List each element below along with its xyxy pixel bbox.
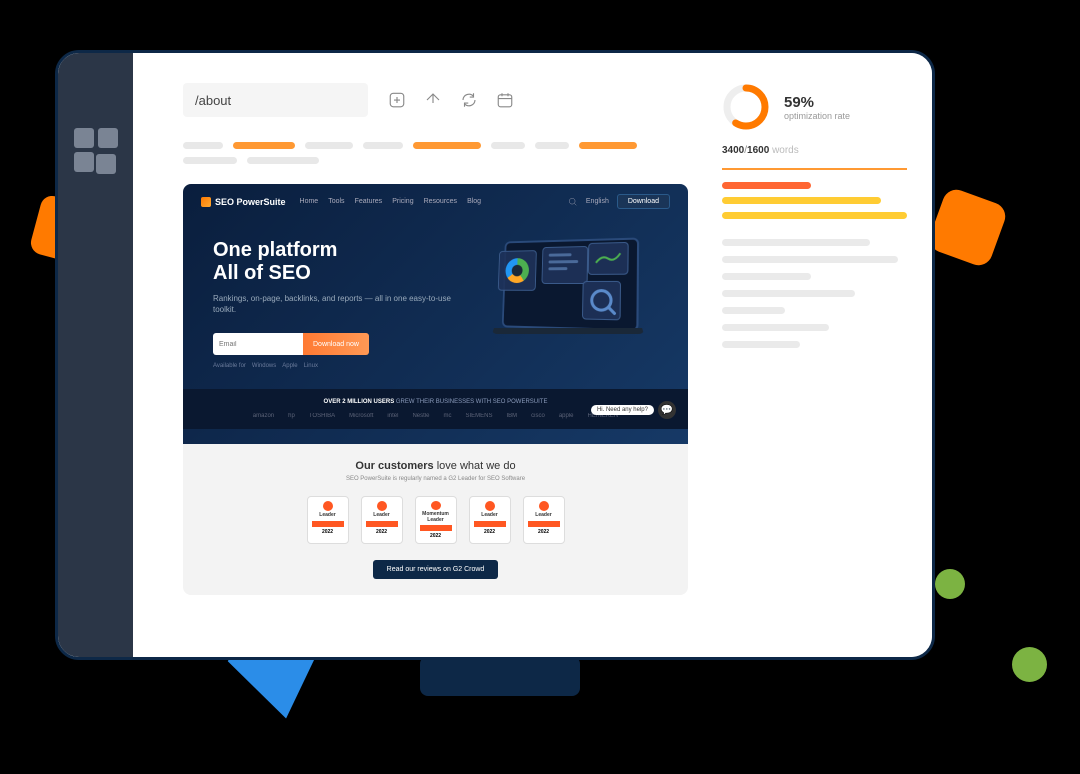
decoration-green-dot-1 <box>935 569 965 599</box>
preview-nav: SEO PowerSuite Home Tools Features Pricing R… <box>183 184 688 219</box>
brand-logo: intel <box>387 413 398 419</box>
metric-bar <box>722 212 907 219</box>
chat-tooltip: Hi. Need any help? <box>591 405 654 415</box>
pill[interactable] <box>183 142 223 149</box>
pill[interactable] <box>233 142 295 149</box>
preview-customers-section: Our customers love what we do SEO PowerS… <box>183 444 688 595</box>
share-icon[interactable] <box>424 91 442 109</box>
decoration-darkblue <box>420 656 580 696</box>
preview-hero: SEO PowerSuite Home Tools Features Pricing R… <box>183 184 688 444</box>
divider <box>722 168 907 170</box>
content-line <box>722 307 785 314</box>
brand-logo: IBM <box>506 413 517 419</box>
pill[interactable] <box>413 142 481 149</box>
topbar <box>183 83 702 117</box>
preview-nav-item[interactable]: Tools <box>328 198 344 205</box>
main-area: SEO PowerSuite Home Tools Features Pricing R… <box>133 53 932 657</box>
optimization-label: optimization rate <box>784 111 850 121</box>
preview-headline-2: All of SEO <box>213 262 468 285</box>
right-pane: 59% optimization rate 3400/1600 words <box>722 53 932 657</box>
pill[interactable] <box>491 142 525 149</box>
customers-title: Our customers love what we do <box>199 460 672 472</box>
pie-chart-icon <box>498 250 537 291</box>
dashboard-icon[interactable] <box>74 128 118 172</box>
pill[interactable] <box>579 142 637 149</box>
award-badge: Leader2022 <box>469 496 511 544</box>
preview-logo: SEO PowerSuite <box>201 197 286 207</box>
preview-nav-item[interactable]: Blog <box>467 198 481 205</box>
content-line <box>722 324 829 331</box>
list-icon <box>541 246 588 284</box>
brand-logo: SIEMENS <box>465 413 492 419</box>
preview-cta-button[interactable]: Download now <box>303 333 369 355</box>
brand-logo: mc <box>443 413 451 419</box>
pill[interactable] <box>305 142 353 149</box>
preview-nav-item[interactable]: Pricing <box>392 198 413 205</box>
g2-reviews-button[interactable]: Read our reviews on G2 Crowd <box>373 560 499 579</box>
page-preview: SEO PowerSuite Home Tools Features Pricing R… <box>183 184 688 595</box>
laptop-illustration <box>498 239 658 359</box>
brand-logo: cisco <box>531 413 545 419</box>
customers-subtitle: SEO PowerSuite is regularly named a G2 L… <box>199 476 672 482</box>
preview-banner: OVER 2 MILLION USERS GREW THEIR BUSINESS… <box>183 389 688 429</box>
add-icon[interactable] <box>388 91 406 109</box>
content-line <box>722 239 870 246</box>
pill[interactable] <box>247 157 319 164</box>
optimization-percent: 59% <box>784 94 850 111</box>
brand-logo: Nestle <box>412 413 429 419</box>
brand-logo: hp <box>288 413 295 419</box>
pill[interactable] <box>535 142 569 149</box>
preview-availability: Available forWindowsAppleLinux <box>213 363 468 369</box>
pill[interactable] <box>363 142 403 149</box>
metric-bar <box>722 182 811 189</box>
preview-nav-item[interactable]: Features <box>355 198 383 205</box>
preview-nav-item[interactable]: Home <box>300 198 319 205</box>
refresh-icon[interactable] <box>460 91 478 109</box>
content-lines <box>722 239 907 348</box>
content-pane: SEO PowerSuite Home Tools Features Pricing R… <box>133 53 722 657</box>
preview-headline-1: One platform <box>213 239 468 262</box>
magnifier-icon <box>582 281 621 320</box>
brand-logo: TOSHIBA <box>309 413 335 419</box>
filter-pills-row-2 <box>183 157 702 164</box>
app-window: SEO PowerSuite Home Tools Features Pricing R… <box>55 50 935 660</box>
brand-logo: amazon <box>253 413 274 419</box>
chat-button[interactable]: 💬 <box>658 401 676 419</box>
brand-logo: Microsoft <box>349 413 373 419</box>
award-badge: Leader2022 <box>307 496 349 544</box>
content-line <box>722 290 855 297</box>
award-badges: Leader2022 Leader2022 Momentum Leader2022 L… <box>199 496 672 544</box>
preview-download-button[interactable]: Download <box>617 194 670 209</box>
preview-nav-item[interactable]: Resources <box>424 198 457 205</box>
preview-subline: Rankings, on-page, backlinks, and report… <box>213 293 468 315</box>
sparkline-icon <box>588 242 629 275</box>
optimization-donut <box>722 83 770 131</box>
url-input[interactable] <box>183 83 368 117</box>
search-icon[interactable] <box>568 197 578 207</box>
content-line <box>722 341 800 348</box>
brand-logo: apple <box>559 413 574 419</box>
metric-bar <box>722 197 881 204</box>
content-line <box>722 273 811 280</box>
award-badge: Leader2022 <box>523 496 565 544</box>
preview-nav-items: Home Tools Features Pricing Resources Blog <box>300 198 482 205</box>
content-line <box>722 256 898 263</box>
filter-pills-row-1 <box>183 142 702 149</box>
metric-bars <box>722 182 907 219</box>
award-badge: Momentum Leader2022 <box>415 496 457 544</box>
pill[interactable] <box>183 157 237 164</box>
award-badge: Leader2022 <box>361 496 403 544</box>
calendar-icon[interactable] <box>496 91 514 109</box>
left-sidebar <box>58 53 133 657</box>
preview-email-input[interactable] <box>213 333 303 355</box>
preview-lang[interactable]: English <box>586 198 609 205</box>
decoration-orange-square-2 <box>926 186 1009 269</box>
word-count: 3400/1600 words <box>722 145 907 156</box>
decoration-green-dot-2 <box>1012 647 1047 682</box>
